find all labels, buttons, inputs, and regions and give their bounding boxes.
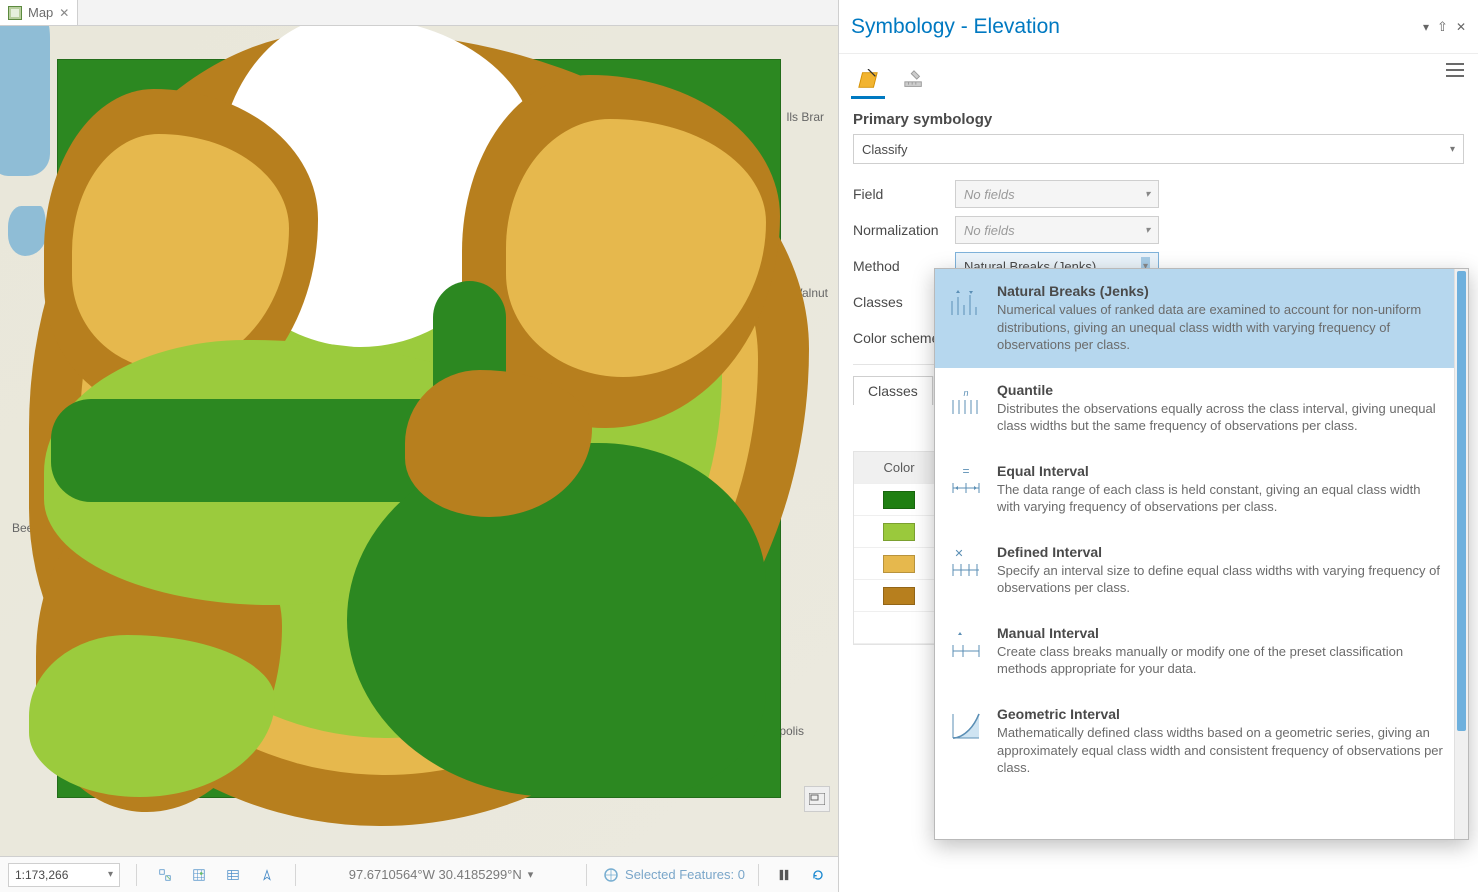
close-icon[interactable]: ✕ <box>1456 20 1466 34</box>
map-tab-label: Map <box>28 5 53 20</box>
classes-tab[interactable]: Classes <box>853 376 933 405</box>
method-option[interactable]: Natural Breaks (Jenks) Numerical values o… <box>935 269 1468 368</box>
method-option-desc: Numerical values of ranked data are exam… <box>997 301 1446 354</box>
method-option-desc: The data range of each class is held con… <box>997 481 1446 516</box>
chevron-down-icon: ▾ <box>1145 189 1150 200</box>
symbology-title: Symbology - Elevation <box>851 15 1060 39</box>
method-option[interactable]: Geometric Interval Mathematically defined… <box>935 692 1468 791</box>
method-option-desc: Specify an interval size to define equal… <box>997 562 1446 597</box>
normalization-dropdown[interactable]: No fields ▾ <box>955 216 1159 244</box>
attribute-table-icon[interactable] <box>221 863 245 887</box>
map-label: polis <box>779 724 804 738</box>
method-dropdown-popup: Natural Breaks (Jenks) Numerical values o… <box>934 268 1469 840</box>
menu-icon[interactable] <box>1446 63 1464 77</box>
color-swatch[interactable] <box>883 587 915 605</box>
method-icon <box>949 706 983 748</box>
pin-icon[interactable]: ⇧ <box>1437 19 1448 35</box>
map-tab[interactable]: Map ✕ <box>0 0 78 25</box>
map-layer-icon <box>8 6 22 20</box>
color-swatch[interactable] <box>883 523 915 541</box>
scrollbar[interactable] <box>1454 269 1468 839</box>
svg-text:=: = <box>962 466 969 478</box>
selection-icon <box>603 867 619 883</box>
symbology-type-dropdown[interactable]: Classify ▾ <box>853 134 1464 164</box>
map-label: lls Brar <box>787 110 824 124</box>
chevron-down-icon: ▾ <box>528 868 534 881</box>
color-swatch[interactable] <box>883 491 915 509</box>
symbology-toolbar <box>839 53 1478 99</box>
method-option-title: Defined Interval <box>997 544 1446 560</box>
field-dropdown[interactable]: No fields ▾ <box>955 180 1159 208</box>
classes-label: Classes <box>853 294 947 310</box>
snapping-settings-icon[interactable] <box>153 863 177 887</box>
method-icon <box>949 625 983 667</box>
chevron-down-icon: ▾ <box>1450 144 1455 155</box>
method-option[interactable]: = Equal Interval The data range of each cl… <box>935 449 1468 530</box>
coordinates-readout[interactable]: 97.6710564°W 30.4185299°N ▾ <box>312 867 570 882</box>
method-option-title: Manual Interval <box>997 625 1446 641</box>
map-statusbar: 1:173,266 ▾ 97.6710564°W 30.4185299°N ▾ … <box>0 856 838 892</box>
color-column-header: Color <box>854 460 944 475</box>
method-icon: ✕ <box>949 544 983 586</box>
normalization-label: Normalization <box>853 222 947 238</box>
method-label: Method <box>853 258 947 274</box>
symbology-type-value: Classify <box>862 142 908 157</box>
symbology-header: Symbology - Elevation ▾ ⇧ ✕ <box>839 0 1478 53</box>
method-option-title: Equal Interval <box>997 463 1446 479</box>
north-arrow-icon[interactable] <box>255 863 279 887</box>
map-overview-button[interactable] <box>804 786 830 812</box>
chevron-down-icon: ▾ <box>108 869 113 880</box>
color-swatch[interactable] <box>883 555 915 573</box>
close-icon[interactable]: ✕ <box>59 7 69 19</box>
pause-icon[interactable] <box>772 863 796 887</box>
scroll-thumb[interactable] <box>1457 271 1466 731</box>
field-value: No fields <box>964 187 1015 202</box>
method-option-desc: Mathematically defined class widths base… <box>997 724 1446 777</box>
scale-combo[interactable]: 1:173,266 ▾ <box>8 863 120 887</box>
method-option-title: Natural Breaks (Jenks) <box>997 283 1446 299</box>
field-label: Field <box>853 186 947 202</box>
scale-value: 1:173,266 <box>15 868 68 882</box>
dropdown-icon[interactable]: ▾ <box>1423 20 1429 34</box>
symbology-pane: Symbology - Elevation ▾ ⇧ ✕ Primary symb… <box>839 0 1478 892</box>
color-scheme-label: Color scheme <box>853 330 947 346</box>
method-option-desc: Create class breaks manually or modify o… <box>997 643 1446 678</box>
primary-symbology-tab[interactable] <box>851 63 885 99</box>
chevron-down-icon: ▾ <box>1145 225 1150 236</box>
snap-grid-icon[interactable] <box>187 863 211 887</box>
method-option[interactable]: ✕ Defined Interval Specify an interval siz… <box>935 530 1468 611</box>
method-icon <box>949 283 983 325</box>
selected-features-readout[interactable]: Selected Features: 0 <box>603 867 745 883</box>
method-option[interactable]: n Quantile Distributes the observations eq… <box>935 368 1468 449</box>
normalization-value: No fields <box>964 223 1015 238</box>
method-option-desc: Distributes the observations equally acr… <box>997 400 1446 435</box>
classified-raster <box>57 59 781 798</box>
selected-features-text: Selected Features: 0 <box>625 867 745 882</box>
method-icon: = <box>949 463 983 505</box>
vary-symbology-tab[interactable] <box>897 63 931 99</box>
method-option-title: Geometric Interval <box>997 706 1446 722</box>
map-tabs: Map ✕ <box>0 0 838 26</box>
ruler-pencil-icon <box>903 69 925 91</box>
method-option-title: Quantile <box>997 382 1446 398</box>
svg-text:n: n <box>963 388 968 398</box>
method-icon: n <box>949 382 983 424</box>
svg-text:✕: ✕ <box>954 548 963 560</box>
map-pane: Map ✕ lls Brar Walnut Bee Ca polis 922 f… <box>0 0 839 892</box>
method-option[interactable]: Manual Interval Create class breaks manua… <box>935 611 1468 692</box>
map-canvas[interactable]: lls Brar Walnut Bee Ca polis 922 ft <box>0 26 838 856</box>
coordinates-text: 97.6710564°W 30.4185299°N <box>349 867 522 882</box>
primary-symbology-heading: Primary symbology <box>853 111 1464 128</box>
refresh-icon[interactable] <box>806 863 830 887</box>
layer-symbology-icon <box>857 69 879 91</box>
